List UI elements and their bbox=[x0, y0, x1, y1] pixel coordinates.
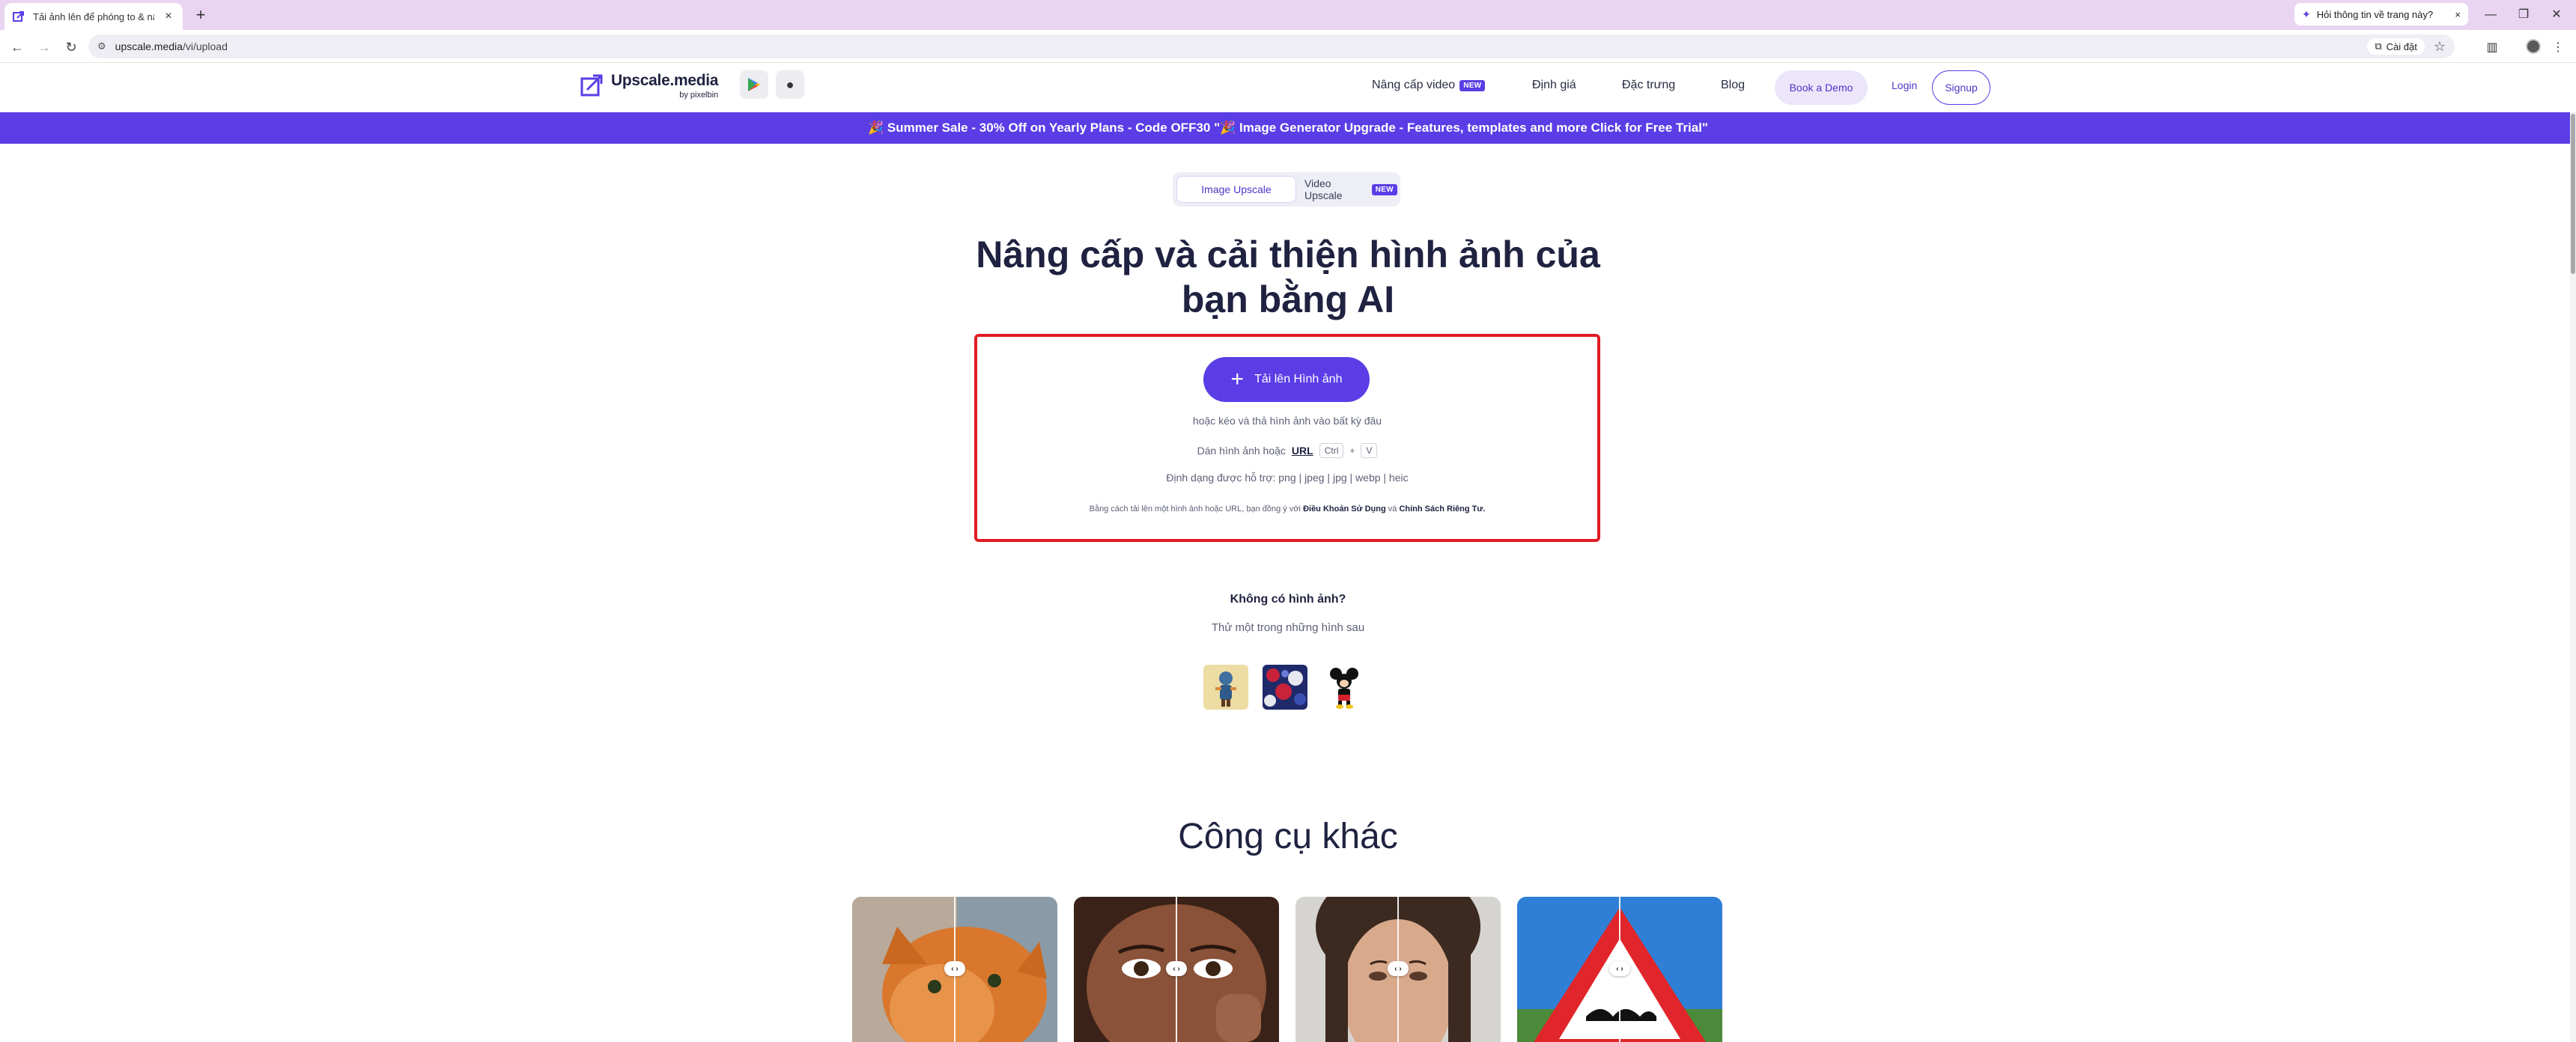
sparkle-icon: ✦ bbox=[2302, 7, 2311, 20]
upload-dropzone[interactable]: + Tải lên Hình ảnh hoặc kéo và thả hình … bbox=[974, 334, 1600, 542]
nav-video-upscale[interactable]: Nâng cấp video NEW bbox=[1372, 79, 1486, 92]
compare-slider-handle[interactable]: ‹ › bbox=[1609, 961, 1630, 976]
tool-card-portrait[interactable]: ‹ › bbox=[1295, 897, 1501, 1042]
login-link[interactable]: Login bbox=[1892, 79, 1917, 91]
key-v: V bbox=[1361, 443, 1378, 458]
site-header: Upscale.media by pixelbin ● Nâng cấp vid… bbox=[0, 63, 2576, 112]
paste-url-link[interactable]: URL bbox=[1292, 445, 1313, 457]
upscale-favicon-icon bbox=[12, 10, 25, 23]
other-tools-heading: Công cụ khác bbox=[1178, 817, 1398, 856]
promo-text[interactable]: 🎉 Summer Sale - 30% Off on Yearly Plans … bbox=[868, 121, 1708, 135]
bookmark-star-icon[interactable]: ☆ bbox=[2434, 39, 2446, 55]
sample-image[interactable] bbox=[1322, 665, 1367, 710]
tool-card-cat[interactable]: ‹ › bbox=[852, 897, 1057, 1042]
profile-avatar[interactable] bbox=[2526, 39, 2541, 54]
apple-icon: ● bbox=[786, 76, 795, 92]
tab-image-upscale[interactable]: Image Upscale bbox=[1176, 176, 1296, 203]
sample-image[interactable] bbox=[1263, 665, 1307, 710]
promo-banner[interactable]: 🎉 Summer Sale - 30% Off on Yearly Plans … bbox=[0, 112, 2576, 144]
app-store-button[interactable]: ● bbox=[776, 70, 804, 99]
minimize-icon[interactable]: — bbox=[2476, 4, 2506, 25]
scrollbar-thumb[interactable] bbox=[2571, 114, 2575, 274]
nav-features[interactable]: Đặc trưng bbox=[1622, 79, 1675, 92]
tool-card-sign[interactable]: ‹ › bbox=[1517, 897, 1722, 1042]
tab-close-icon[interactable]: × bbox=[162, 10, 175, 23]
page-title: Nâng cấp và cải thiện hình ảnh của bạn b… bbox=[976, 234, 1600, 320]
restore-icon[interactable]: ❐ bbox=[2509, 4, 2539, 25]
site-logo[interactable]: Upscale.media by pixelbin bbox=[580, 72, 718, 100]
address-toolbar: ← → ↻ ⚙ upscale.media/vi/upload ⧉ Cài đặ… bbox=[0, 30, 2576, 63]
google-play-icon bbox=[748, 78, 760, 91]
ask-page-chip[interactable]: ✦ Hỏi thông tin về trang này? × bbox=[2294, 3, 2468, 25]
upscale-logo-icon bbox=[580, 74, 603, 97]
address-bar[interactable]: ⚙ upscale.media/vi/upload ⧉ Cài đặt ☆ bbox=[88, 34, 2455, 58]
terms-link[interactable]: Điều Khoản Sử Dụng bbox=[1303, 505, 1386, 514]
paste-hint: Dán hình ảnh hoặc URL Ctrl + V bbox=[977, 443, 1597, 458]
upload-image-button[interactable]: + Tải lên Hình ảnh bbox=[1203, 357, 1370, 402]
nav-blog[interactable]: Blog bbox=[1721, 79, 1745, 92]
google-play-button[interactable] bbox=[740, 70, 768, 99]
tab-video-upscale[interactable]: Video Upscale NEW bbox=[1304, 176, 1397, 203]
sample-illustration-3 bbox=[1322, 665, 1367, 710]
key-ctrl: Ctrl bbox=[1319, 443, 1344, 458]
privacy-link[interactable]: Chính Sách Riêng Tư. bbox=[1399, 505, 1485, 514]
chip-close-icon[interactable]: × bbox=[2455, 9, 2461, 20]
sample-image[interactable] bbox=[1203, 665, 1248, 710]
window-close-icon[interactable]: ✕ bbox=[2542, 4, 2572, 25]
compare-slider-handle[interactable]: ‹ › bbox=[1388, 961, 1409, 976]
nav-pricing[interactable]: Định giá bbox=[1532, 79, 1576, 92]
plus-icon: + bbox=[1230, 367, 1245, 391]
no-image-heading: Không có hình ảnh? bbox=[1230, 593, 1346, 606]
browser-tab-strip: Tải ảnh lên để phóng to & nâng × + ✦ Hỏi… bbox=[0, 0, 2576, 30]
sample-illustration-2 bbox=[1263, 665, 1307, 710]
new-badge: NEW bbox=[1459, 79, 1486, 91]
sample-illustration-1 bbox=[1203, 665, 1248, 710]
install-icon: ⧉ bbox=[2375, 40, 2382, 52]
no-image-subtitle: Thử một trong những hình sau bbox=[1211, 621, 1365, 634]
side-panel-icon[interactable]: ▥ bbox=[2483, 39, 2501, 57]
browser-tab[interactable]: Tải ảnh lên để phóng to & nâng × bbox=[4, 3, 183, 30]
install-button[interactable]: ⧉ Cài đặt bbox=[2367, 38, 2425, 55]
tab-title: Tải ảnh lên để phóng to & nâng bbox=[33, 10, 154, 22]
mode-toggle: Image Upscale Video Upscale NEW bbox=[1173, 172, 1400, 207]
compare-slider-handle[interactable]: ‹ › bbox=[944, 961, 965, 976]
tool-card-face[interactable]: ‹ › bbox=[1074, 897, 1279, 1042]
new-badge: NEW bbox=[1371, 183, 1397, 195]
site-info-icon[interactable]: ⚙ bbox=[97, 40, 106, 52]
forward-icon[interactable]: → bbox=[34, 37, 54, 57]
book-demo-button[interactable]: Book a Demo bbox=[1775, 70, 1868, 105]
page-scrollbar[interactable] bbox=[2570, 112, 2576, 1042]
drag-drop-hint: hoặc kéo và thả hình ảnh vào bất kỳ đâu bbox=[1192, 415, 1382, 427]
terms-notice: Bằng cách tải lên một hình ảnh hoặc URL,… bbox=[1089, 505, 1486, 514]
back-icon[interactable]: ← bbox=[7, 37, 27, 57]
signup-button[interactable]: Signup bbox=[1932, 70, 1990, 105]
new-tab-icon[interactable]: + bbox=[190, 4, 211, 25]
menu-icon[interactable]: ⋮ bbox=[2549, 39, 2567, 57]
compare-slider-handle[interactable]: ‹ › bbox=[1166, 961, 1187, 976]
supported-formats: Định dạng được hỗ trợ: png | jpeg | jpg … bbox=[1166, 472, 1409, 484]
reload-icon[interactable]: ↻ bbox=[61, 37, 81, 57]
url-text[interactable]: upscale.media/vi/upload bbox=[115, 40, 2359, 52]
